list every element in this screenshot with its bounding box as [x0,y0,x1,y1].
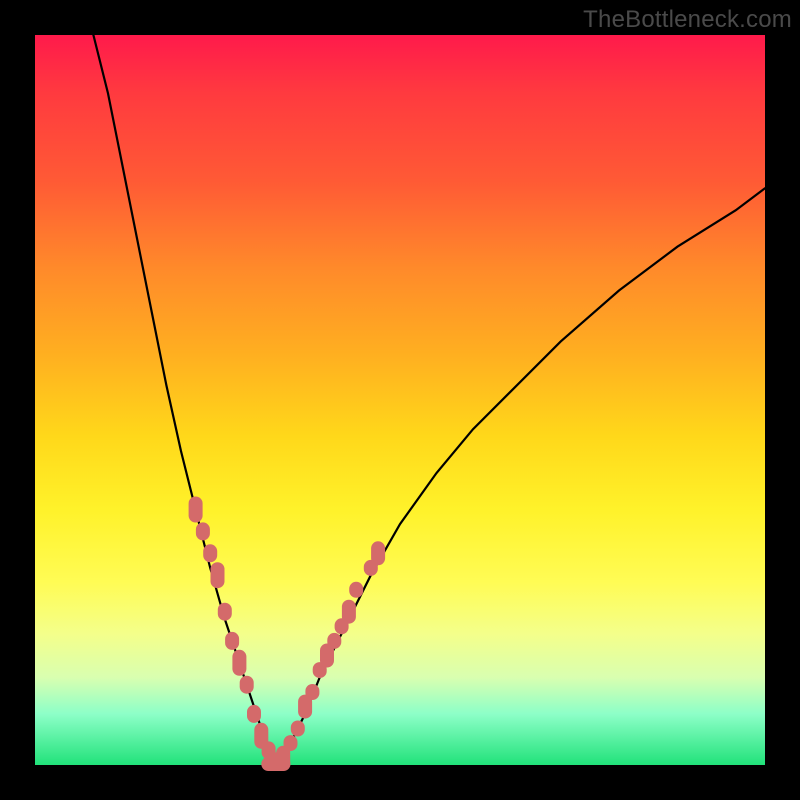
bead [196,522,210,540]
bead [305,684,319,700]
outer-frame: TheBottleneck.com [0,0,800,800]
bead-group [189,497,386,772]
bead [291,721,305,737]
bead [189,497,203,523]
bead [284,735,298,751]
bead [342,600,356,624]
watermark-text: TheBottleneck.com [583,6,792,34]
bead [203,544,217,562]
bead [371,541,385,565]
bead [225,632,239,650]
bead-floor [261,757,290,771]
curve-left [93,35,276,765]
bead [327,633,341,649]
bead [218,603,232,621]
plot-area [35,35,765,765]
bead [240,676,254,694]
bead [349,582,363,598]
curve-right [276,188,765,765]
chart-svg [35,35,765,765]
bead [232,650,246,676]
bead [247,705,261,723]
bead [211,562,225,588]
